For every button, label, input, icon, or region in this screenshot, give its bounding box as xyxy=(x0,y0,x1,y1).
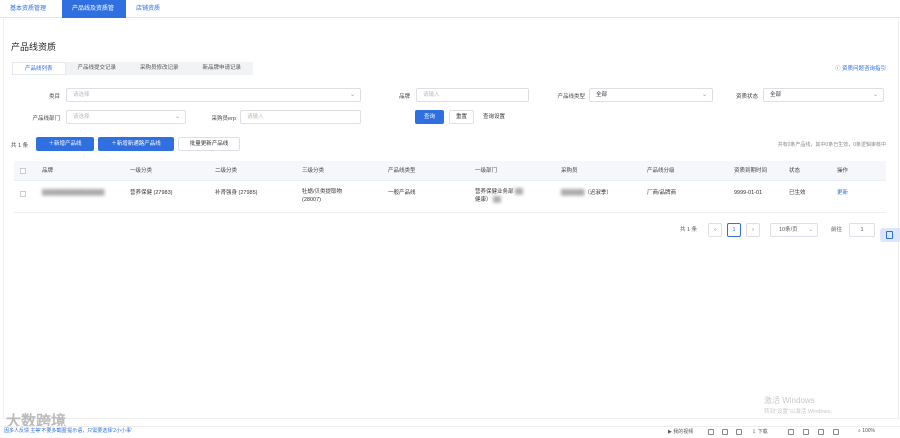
zoom-level[interactable]: ⌕ 100% xyxy=(858,428,875,434)
subtab-product-line-list[interactable]: 产品线列表 xyxy=(12,62,66,75)
cell-cat3: 牡蛎/贝类提取物 (28007) xyxy=(302,189,343,203)
sound-icon[interactable] xyxy=(803,429,809,435)
floating-panel-button[interactable] xyxy=(880,228,900,242)
tab-product-line-qualification[interactable]: 产品线及资质管理 xyxy=(62,0,126,30)
brand-input[interactable]: 请输入 xyxy=(416,88,529,102)
settings-icon[interactable] xyxy=(736,429,742,435)
content-panel xyxy=(3,19,899,419)
brand-label: 品牌 xyxy=(398,94,410,100)
goto-page-input[interactable]: 1 xyxy=(849,223,875,237)
summary-text: 共有0条产品线，其中0条已生效，0条逻辑审核中 xyxy=(777,142,886,148)
line-type-select[interactable]: 全部 ⌄ xyxy=(589,88,713,102)
tab-shop-qualification[interactable]: 店铺资质 xyxy=(126,0,174,18)
pager-prev-button[interactable]: ‹ xyxy=(708,223,722,237)
tab-basic-qualification[interactable]: 基本资质管理 xyxy=(0,0,62,18)
select-all-checkbox[interactable] xyxy=(20,168,26,174)
add-line-button[interactable]: ＋新增产品线 xyxy=(36,137,94,151)
pager-page-1[interactable]: 1 xyxy=(727,223,741,237)
guide-link[interactable]: ⓘ 资质问题咨询指引 xyxy=(835,64,886,72)
add-cross-border-line-button[interactable]: ＋新增新通路产品线 xyxy=(98,137,174,151)
col-status: 状态 xyxy=(789,168,801,174)
tray-video[interactable]: ▶ 我的视频 xyxy=(668,428,693,435)
col-line-type: 产品线类型 xyxy=(388,168,416,174)
category-label: 类目 xyxy=(48,94,60,100)
window-icon[interactable] xyxy=(788,429,794,435)
col-cat2: 二级分类 xyxy=(215,168,238,174)
mail-icon[interactable] xyxy=(833,429,839,435)
sub-tabs: 产品线列表 产品线提交记录 采购员修改记录 新品牌申请记录 xyxy=(12,62,254,75)
qual-status-label: 资质状态 xyxy=(735,94,758,100)
chevron-down-icon: ⌄ xyxy=(808,227,813,233)
chevron-down-icon: ⌄ xyxy=(701,92,707,98)
info-icon: ⓘ xyxy=(834,66,842,72)
col-buyer: 采购员 xyxy=(561,168,578,174)
cell-buyer: ██████（迟淑季） xyxy=(561,190,612,196)
line-type-label: 产品线类型 xyxy=(557,94,585,100)
cell-brand: ████████████████ xyxy=(42,190,105,196)
col-expiry: 资质到期时间 xyxy=(734,168,768,174)
cell-cat1: 营养保健 (27983) xyxy=(130,190,173,196)
browser-icon[interactable] xyxy=(722,429,728,435)
cell-grade: 厂商/品牌商 xyxy=(647,190,677,196)
goto-label: 前往 xyxy=(831,227,843,233)
table-header: 品牌 一级分类 二级分类 三级分类 产品线类型 一级部门 采购员 产品线分级 资… xyxy=(14,161,886,181)
pager-next-button[interactable]: › xyxy=(746,223,760,237)
cell-cat2: 补肾强身 (27985) xyxy=(215,190,258,196)
page-title: 产品线资质 xyxy=(11,42,57,52)
cell-dept: 营养保健业务部 ██ 健康） ██ xyxy=(475,189,523,203)
subtab-submit-records[interactable]: 产品线提交记录 xyxy=(66,62,129,75)
dept-select[interactable]: 请选择 ⌄ xyxy=(66,110,186,124)
network-icon[interactable] xyxy=(818,429,824,435)
col-grade: 产品线分级 xyxy=(647,168,675,174)
chevron-down-icon: ⌄ xyxy=(872,92,878,98)
cell-expiry: 9999-01-01 xyxy=(734,190,763,196)
query-settings-button[interactable]: 查询设置 xyxy=(478,110,510,124)
dept-label: 产品线部门 xyxy=(32,116,60,122)
cell-status: 已生效 xyxy=(789,190,806,196)
total-count: 共 1 条 xyxy=(11,143,29,149)
subtab-buyer-change-records[interactable]: 采购员修改记录 xyxy=(128,62,191,75)
reset-button[interactable]: 重置 xyxy=(449,110,474,124)
qual-status-select[interactable]: 全部 ⌄ xyxy=(763,88,884,102)
chevron-down-icon: ⌄ xyxy=(174,114,180,120)
subtab-new-brand-records[interactable]: 新品牌申请记录 xyxy=(191,62,254,75)
chevron-down-icon: ⌄ xyxy=(349,92,355,98)
col-op: 操作 xyxy=(837,168,849,174)
category-select[interactable]: 请选择 ⌄ xyxy=(66,88,361,102)
col-brand: 品牌 xyxy=(42,168,54,174)
batch-update-button[interactable]: 批量更新产品线 xyxy=(178,137,240,151)
update-link[interactable]: 更新 xyxy=(837,189,848,197)
pager-total: 共 1 条 xyxy=(680,227,698,233)
table-row: ████████████████ 营养保健 (27983) 补肾强身 (2798… xyxy=(14,181,886,213)
row-checkbox[interactable] xyxy=(20,191,26,197)
col-cat3: 三级分类 xyxy=(302,168,325,174)
buyer-erp-label: 采购员erp xyxy=(211,116,236,122)
notice-link[interactable]: 因多人反馈 主等'不要多截图'提示语，只需要选择'2小小事' xyxy=(4,427,132,434)
buyer-erp-input[interactable]: 请输入 xyxy=(240,110,361,124)
tray-download[interactable]: ⇩ 下载 xyxy=(752,428,768,435)
activate-windows-sub: 转到"设置"以激活 Windows。 xyxy=(764,409,836,415)
document-icon xyxy=(886,231,893,239)
col-dept: 一级部门 xyxy=(475,168,498,174)
col-cat1: 一级分类 xyxy=(130,168,153,174)
search-button[interactable]: 查询 xyxy=(415,110,444,124)
top-nav: 基本资质管理 产品线及资质管理 店铺资质 xyxy=(0,0,900,30)
shield-icon[interactable] xyxy=(708,429,714,435)
cell-line-type: 一般产品线 xyxy=(388,190,416,196)
page-size-select[interactable]: 10条/页 ⌄ xyxy=(770,223,818,237)
activate-windows-title: 激活 Windows xyxy=(764,396,815,405)
